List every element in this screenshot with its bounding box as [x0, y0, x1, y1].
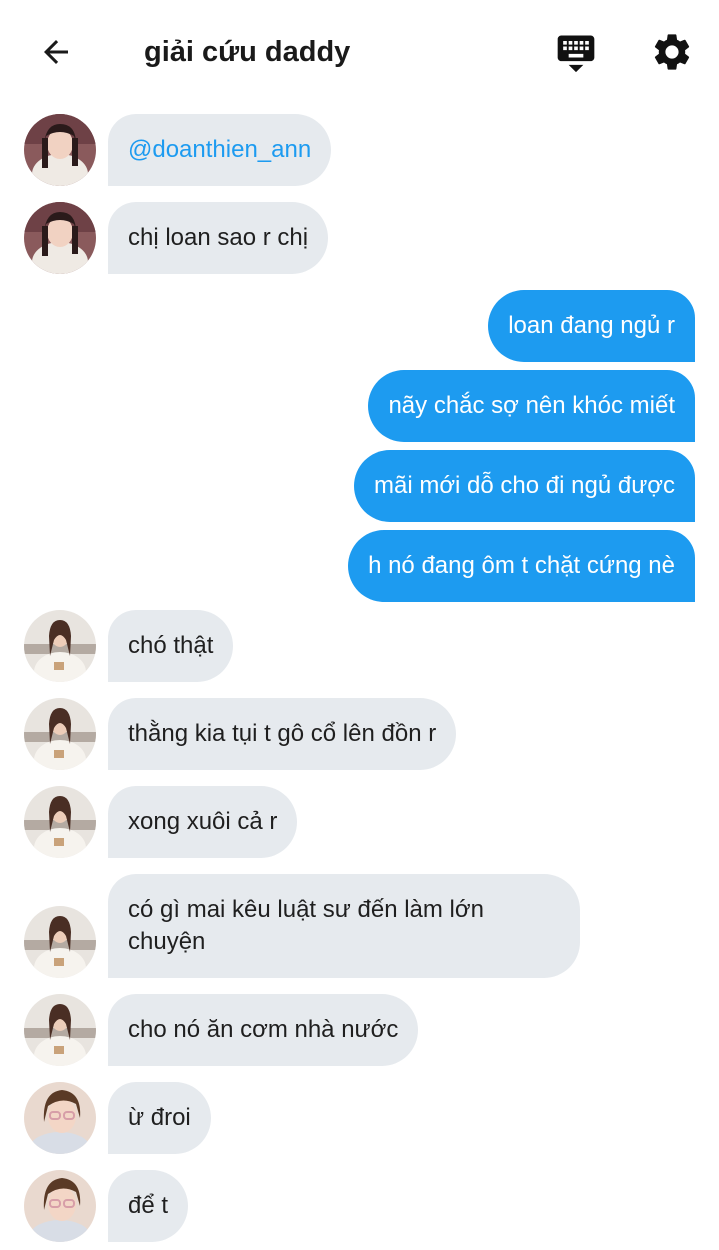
message-bubble[interactable]: loan đang ngủ r [488, 290, 695, 362]
avatar[interactable] [24, 1082, 96, 1154]
message-row: chị loan sao r chị [0, 202, 719, 274]
message-bubble[interactable]: có gì mai kêu luật sư đến làm lớn chuyện [108, 874, 580, 978]
avatar[interactable] [24, 994, 96, 1066]
message-bubble[interactable]: @doanthien_ann [108, 114, 332, 186]
message-bubble[interactable]: cho nó ăn cơm nhà nước [108, 994, 419, 1066]
message-bubble[interactable]: ừ đroi [108, 1082, 211, 1154]
avatar[interactable] [24, 698, 96, 770]
message-bubble[interactable]: chó thật [108, 610, 234, 682]
arrow-left-icon [44, 40, 68, 64]
message-bubble[interactable]: xong xuôi cả r [108, 786, 298, 858]
avatar[interactable] [24, 114, 96, 186]
message-row: mãi mới dỗ cho đi ngủ được [0, 450, 719, 522]
message-row: để t [0, 1170, 719, 1242]
avatar[interactable] [24, 906, 96, 978]
message-row: cho nó ăn cơm nhà nước [0, 994, 719, 1066]
avatar[interactable] [24, 202, 96, 274]
avatar[interactable] [24, 1170, 96, 1242]
avatar[interactable] [24, 610, 96, 682]
gear-icon [654, 34, 690, 70]
message-bubble[interactable]: thằng kia tụi t gô cổ lên đồn r [108, 698, 457, 770]
chat-header: giải cứu daddy [0, 0, 719, 104]
message-row: ừ đroi [0, 1082, 719, 1154]
message-row: có gì mai kêu luật sư đến làm lớn chuyện [0, 874, 719, 978]
message-row: nãy chắc sợ nên khóc miết [0, 370, 719, 442]
message-row: h nó đang ôm t chặt cứng nè [0, 530, 719, 602]
avatar[interactable] [24, 786, 96, 858]
chat-title: giải cứu daddy [144, 36, 351, 68]
keyboard-icon [557, 35, 595, 73]
message-row: loan đang ngủ r [0, 290, 719, 362]
mention-link[interactable]: @doanthien_ann [128, 136, 311, 163]
keyboard-button[interactable] [552, 28, 600, 76]
message-bubble[interactable]: mãi mới dỗ cho đi ngủ được [353, 450, 695, 522]
message-bubble[interactable]: để t [108, 1170, 189, 1242]
message-bubble[interactable]: h nó đang ôm t chặt cứng nè [348, 530, 695, 602]
message-bubble[interactable]: chị loan sao r chị [108, 202, 329, 274]
message-row: xong xuôi cả r [0, 786, 719, 858]
settings-button[interactable] [648, 28, 696, 76]
message-bubble[interactable]: nãy chắc sợ nên khóc miết [368, 370, 695, 442]
back-button[interactable] [32, 32, 80, 72]
message-row: chó thật [0, 610, 719, 682]
message-row: thằng kia tụi t gô cổ lên đồn r [0, 698, 719, 770]
message-row: @doanthien_ann [0, 114, 719, 186]
